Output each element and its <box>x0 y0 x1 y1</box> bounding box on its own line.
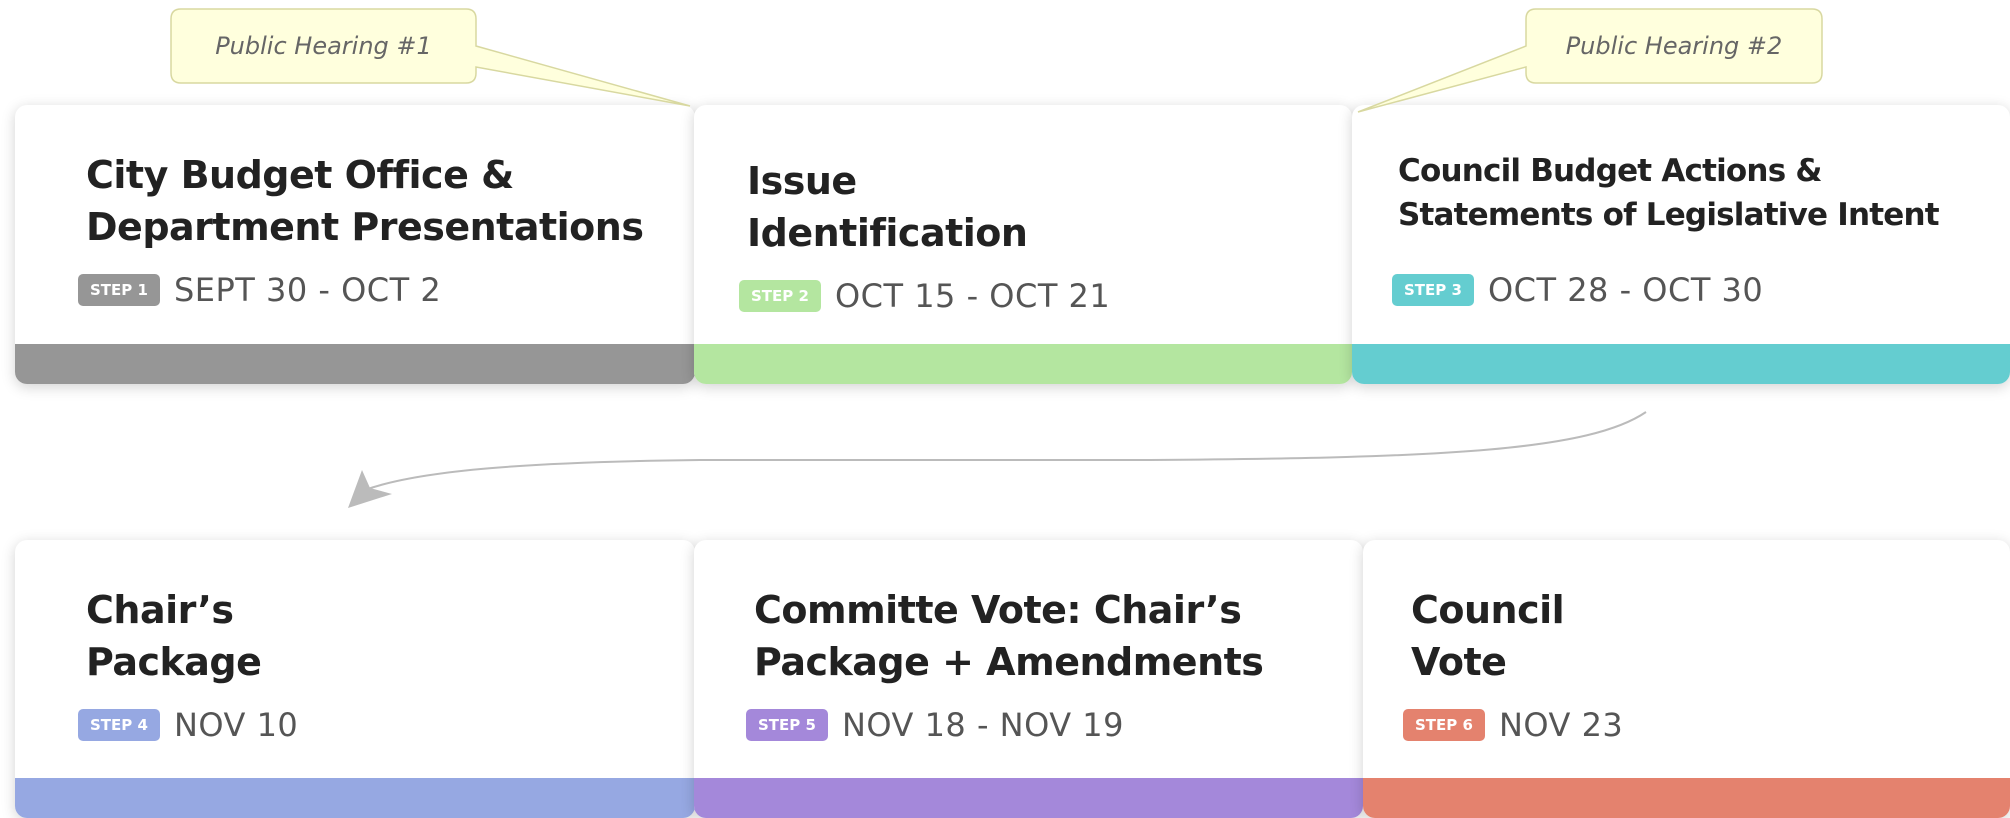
step-badge: STEP 1 <box>78 274 160 306</box>
step-color-bar <box>15 778 695 818</box>
step-title: Issue Identification <box>747 155 1028 259</box>
step-title-line: Chair’s <box>86 588 234 632</box>
step-badge: STEP 4 <box>78 709 160 741</box>
step-meta: STEP 1 SEPT 30 - OCT 2 <box>78 271 441 309</box>
step-title-line: Issue <box>747 159 857 203</box>
step-meta: STEP 2 OCT 15 - OCT 21 <box>739 277 1110 315</box>
step-color-bar <box>694 778 1363 818</box>
step-card-4: Chair’s Package STEP 4 NOV 10 <box>15 540 695 818</box>
step-color-bar <box>1352 344 2010 384</box>
step-badge: STEP 2 <box>739 280 821 312</box>
step-title-line: Department Presentations <box>86 205 644 249</box>
budget-process-diagram: City Budget Office & Department Presenta… <box>0 0 2010 818</box>
callout-public-hearing-1: Public Hearing #1 <box>160 0 700 120</box>
step-color-bar <box>694 344 1352 384</box>
step-title: Committe Vote: Chair’s Package + Amendme… <box>754 584 1264 688</box>
step-title-line: Package <box>86 640 262 684</box>
step-date: NOV 18 - NOV 19 <box>841 706 1125 744</box>
step-title-line: Committe Vote: Chair’s <box>754 588 1242 632</box>
step-title-line: Council <box>1411 588 1565 632</box>
step-date: NOV 23 <box>1498 706 1624 744</box>
step-badge: STEP 5 <box>746 709 828 741</box>
step-card-5: Committe Vote: Chair’s Package + Amendme… <box>694 540 1363 818</box>
callout-label: Public Hearing #2 <box>1526 9 1822 83</box>
step-meta: STEP 3 OCT 28 - OCT 30 <box>1392 271 1763 309</box>
step-color-bar <box>15 344 695 384</box>
step-meta: STEP 6 NOV 23 <box>1403 706 1623 744</box>
step-date: OCT 28 - OCT 30 <box>1487 271 1764 309</box>
step-card-6: Council Vote STEP 6 NOV 23 <box>1363 540 2010 818</box>
step-meta: STEP 5 NOV 18 - NOV 19 <box>746 706 1124 744</box>
callout-text: Public Hearing #1 <box>215 32 432 60</box>
step-title-line: City Budget Office & <box>86 153 514 197</box>
step-title-line: Council Budget Actions & <box>1398 153 1822 189</box>
step-badge: STEP 3 <box>1392 274 1474 306</box>
step-card-3: Council Budget Actions & Statements of L… <box>1352 105 2010 384</box>
step-date: OCT 15 - OCT 21 <box>834 277 1111 315</box>
step-date: NOV 10 <box>173 706 299 744</box>
step-card-1: City Budget Office & Department Presenta… <box>15 105 695 384</box>
step-date: SEPT 30 - OCT 2 <box>173 271 442 309</box>
step-title-line: Identification <box>747 211 1028 255</box>
step-color-bar <box>1363 778 2010 818</box>
callout-public-hearing-2: Public Hearing #2 <box>1350 0 1830 120</box>
step-meta: STEP 4 NOV 10 <box>78 706 298 744</box>
step-title-line: Package + Amendments <box>754 640 1264 684</box>
step-card-2: Issue Identification STEP 2 OCT 15 - OCT… <box>694 105 1352 384</box>
step-title: Council Vote <box>1411 584 1565 688</box>
callout-label: Public Hearing #1 <box>171 9 476 83</box>
step-title-line: Vote <box>1411 640 1507 684</box>
callout-text: Public Hearing #2 <box>1565 32 1783 60</box>
step-title: Chair’s Package <box>86 584 262 688</box>
step-title-line: Statements of Legislative Intent <box>1398 197 1940 233</box>
step-badge: STEP 6 <box>1403 709 1485 741</box>
step-title: Council Budget Actions & Statements of L… <box>1398 149 1940 237</box>
flow-arrow-curve <box>364 411 1647 491</box>
flow-arrow-head <box>348 470 392 508</box>
step-title: City Budget Office & Department Presenta… <box>86 149 644 253</box>
